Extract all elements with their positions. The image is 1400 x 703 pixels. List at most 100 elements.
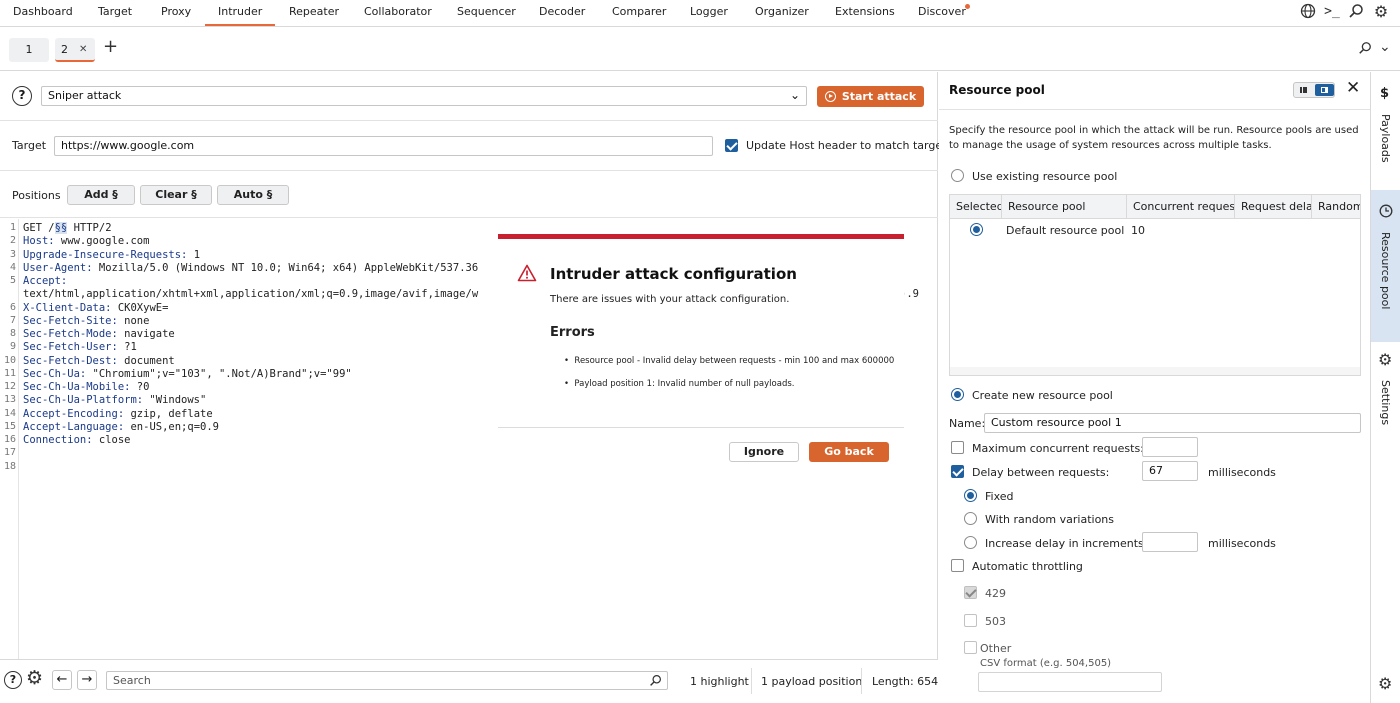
clear-markers-button[interactable]: Clear § — [140, 185, 212, 205]
divider — [751, 668, 752, 694]
tab-comparer[interactable]: Comparer — [612, 0, 666, 26]
header-value: close — [92, 434, 131, 446]
increase-delay-input[interactable] — [1142, 532, 1198, 552]
tab-collaborator[interactable]: Collaborator — [364, 0, 432, 26]
fixed-radio[interactable] — [964, 489, 977, 502]
payload-marker[interactable]: §§ — [54, 222, 68, 234]
play-icon — [824, 91, 836, 102]
column-header[interactable]: Resource pool — [1002, 195, 1127, 219]
chevron-down-icon[interactable]: ⌄ — [1379, 39, 1391, 55]
use-existing-radio[interactable] — [951, 169, 964, 182]
tab-dashboard[interactable]: Dashboard — [13, 0, 73, 26]
other-status-input[interactable] — [978, 672, 1162, 692]
column-header[interactable]: Concurrent requests — [1127, 195, 1235, 219]
line-number: 15 — [3, 420, 16, 432]
create-new-radio[interactable] — [951, 388, 964, 401]
header-name: Accept: — [23, 275, 68, 287]
tab-sequencer[interactable]: Sequencer — [457, 0, 516, 26]
pool-selected-radio[interactable] — [970, 223, 983, 236]
tab-organizer[interactable]: Organizer — [755, 0, 809, 26]
top-navigation: Dashboard Target Proxy Intruder Repeater… — [0, 0, 1400, 27]
close-icon[interactable]: ✕ — [1346, 78, 1360, 98]
forward-arrow-icon[interactable]: → — [77, 670, 97, 690]
start-attack-button[interactable]: Start attack — [817, 86, 924, 107]
line-number: 7 — [9, 314, 16, 326]
tab-logger[interactable]: Logger — [690, 0, 728, 26]
rail-payloads[interactable]: Payloads — [1379, 114, 1392, 163]
rail-resource-pool-active[interactable]: Resource pool — [1371, 190, 1400, 342]
attack-config-dialog: Intruder attack configuration There are … — [498, 234, 904, 474]
request-method: GET / — [23, 222, 55, 234]
back-arrow-icon[interactable]: ← — [52, 670, 72, 690]
column-header[interactable]: Request delay — [1235, 195, 1312, 219]
name-label: Name: — [949, 417, 986, 430]
max-concurrent-input[interactable] — [1142, 437, 1198, 457]
search-placeholder: Search — [113, 674, 151, 687]
other-status-label: Other — [980, 642, 1012, 655]
ignore-button[interactable]: Ignore — [729, 442, 799, 462]
go-back-button[interactable]: Go back — [809, 442, 889, 462]
attack-tab-2[interactable]: 2 ✕ — [55, 38, 95, 62]
clock-icon — [1379, 204, 1393, 221]
delay-input[interactable]: 67 — [1142, 461, 1198, 481]
divider — [498, 427, 904, 428]
column-header[interactable]: Selected — [950, 195, 1002, 219]
search-input[interactable]: Search — [106, 671, 668, 690]
tab-proxy[interactable]: Proxy — [161, 0, 191, 26]
panel-icon — [1315, 84, 1334, 96]
gear-icon[interactable]: ⚙ — [26, 667, 43, 689]
header-name: Sec-Ch-Ua: — [23, 367, 87, 380]
max-concurrent-checkbox[interactable] — [951, 441, 964, 454]
dialog-accent-bar — [498, 234, 904, 239]
header-name: Sec-Ch-Ua-Platform: — [23, 394, 144, 407]
horizontal-scrollbar[interactable] — [950, 367, 1360, 375]
status-429-checkbox[interactable] — [964, 586, 977, 599]
attack-type-select[interactable]: Sniper attack ⌄ — [41, 86, 807, 106]
target-url-input[interactable]: https://www.google.com — [54, 136, 713, 156]
add-tab-icon[interactable]: + — [103, 36, 118, 57]
errors-heading: Errors — [550, 325, 595, 340]
tab-discover[interactable]: Discover — [918, 0, 966, 26]
auto-throttle-checkbox[interactable] — [951, 559, 964, 572]
rail-settings[interactable]: Settings — [1379, 380, 1392, 425]
request-line: X-Client-Data: CK0XywE= — [23, 302, 168, 314]
request-line: Accept-Language: en-US,en;q=0.9 — [23, 421, 219, 433]
delay-checkbox[interactable] — [951, 465, 964, 478]
panel-description: Specify the resource pool in which the a… — [949, 125, 1359, 151]
tab-target[interactable]: Target — [98, 0, 132, 26]
divider — [0, 217, 938, 218]
status-503-checkbox[interactable] — [964, 614, 977, 627]
tab-intruder[interactable]: Intruder — [205, 0, 275, 26]
terminal-icon[interactable]: >_ — [1323, 3, 1341, 21]
auto-throttle-label: Automatic throttling — [972, 560, 1083, 573]
help-icon[interactable]: ? — [4, 671, 22, 689]
table-row[interactable]: Default resource pool 10 — [950, 220, 1360, 240]
header-value: Mozilla/5.0 (Windows NT 10.0; Win64; x64… — [92, 261, 479, 274]
globe-icon[interactable] — [1299, 3, 1317, 21]
attack-tab-2-label: 2 — [61, 43, 68, 56]
close-icon[interactable]: ✕ — [79, 38, 87, 62]
help-icon[interactable]: ? — [12, 86, 32, 106]
pool-name-input[interactable]: Custom resource pool 1 — [984, 413, 1361, 433]
layout-toggle[interactable] — [1293, 82, 1335, 98]
notification-dot — [965, 4, 970, 9]
increase-delay-radio[interactable] — [964, 536, 977, 549]
column-header[interactable]: Random d — [1312, 195, 1360, 219]
gear-icon[interactable]: ⚙ — [1378, 674, 1392, 693]
random-variations-radio[interactable] — [964, 512, 977, 525]
gear-icon[interactable]: ⚙ — [1372, 3, 1390, 21]
auto-markers-button[interactable]: Auto § — [217, 185, 289, 205]
search-icon[interactable] — [1358, 41, 1372, 58]
error-item-text: Resource pool - Invalid delay between re… — [574, 356, 895, 366]
dollar-icon: $ — [1380, 86, 1390, 101]
tab-repeater[interactable]: Repeater — [289, 0, 339, 26]
search-icon[interactable] — [1347, 3, 1365, 21]
header-name: Sec-Fetch-Mode: — [23, 328, 118, 340]
update-host-checkbox[interactable] — [725, 139, 738, 152]
add-marker-button[interactable]: Add § — [67, 185, 135, 205]
header-value: none — [117, 314, 150, 327]
tab-extensions[interactable]: Extensions — [835, 0, 895, 26]
other-status-checkbox[interactable] — [964, 641, 977, 654]
attack-tab-1[interactable]: 1 — [9, 38, 49, 62]
tab-decoder[interactable]: Decoder — [539, 0, 585, 26]
